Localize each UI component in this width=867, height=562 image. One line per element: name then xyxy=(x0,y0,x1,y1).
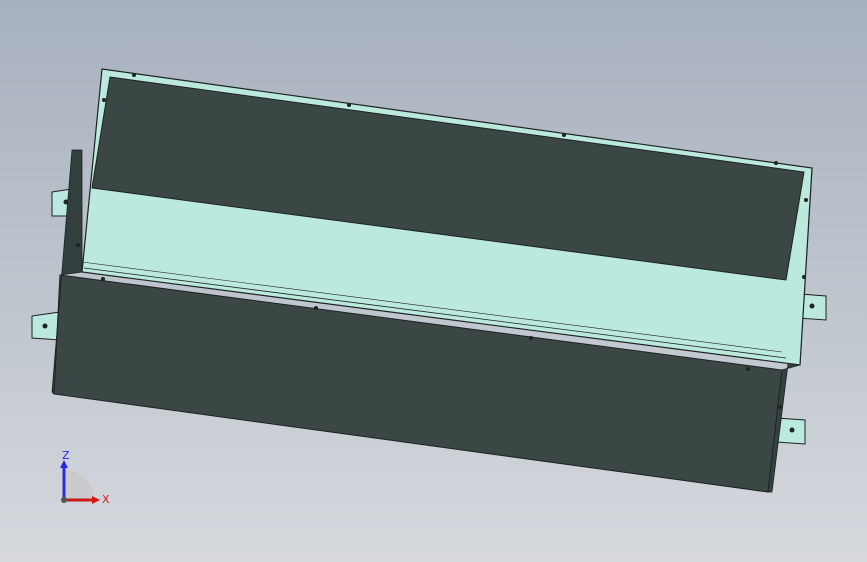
axis-triad-icon xyxy=(60,460,100,504)
graphics-viewport[interactable]: Z X xyxy=(0,0,867,562)
x-axis-label: X xyxy=(102,493,110,506)
model-view[interactable] xyxy=(0,0,867,562)
z-axis-label: Z xyxy=(62,449,70,462)
mounting-bracket-left-bottom xyxy=(31,311,61,341)
